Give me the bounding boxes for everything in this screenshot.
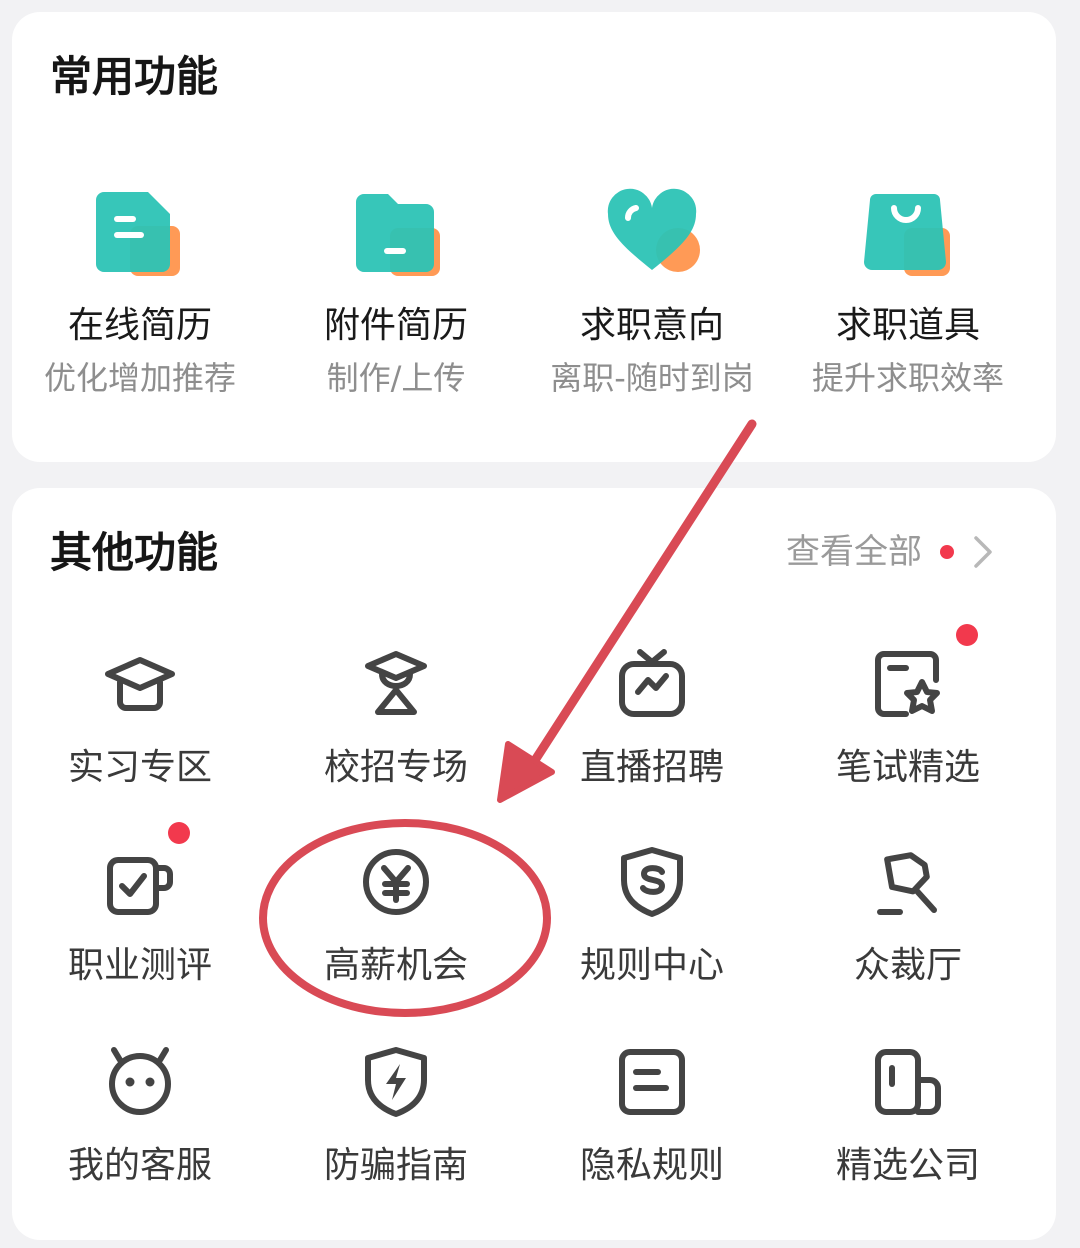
tv-live-icon (619, 649, 685, 717)
attachment-resume-sub: 制作/上传 (326, 359, 466, 397)
privacy-rules-label: 隐私规则 (579, 1145, 724, 1186)
common-functions-card: 常用功能 在线简历 优化增加推荐 附件简历 制作/上传 求职意向 离职-随时到岗… (12, 12, 1056, 462)
customer-service-item[interactable]: 我的客服 (12, 1044, 268, 1184)
document-icon (619, 1049, 685, 1115)
live-recruit-label: 直播招聘 (579, 747, 724, 788)
job-intention-label: 求职意向 (579, 305, 724, 346)
service-face-icon (109, 1047, 171, 1115)
job-tools-label: 求职道具 (835, 305, 980, 346)
rules-center-label: 规则中心 (579, 945, 724, 986)
view-all-label: 查看全部 (786, 532, 922, 572)
job-intention-sub: 离职-随时到岗 (550, 359, 754, 397)
student-hat-icon (365, 651, 427, 715)
yen-coin-icon (363, 849, 429, 915)
job-tools-item[interactable]: 求职道具 提升求职效率 (780, 184, 1036, 394)
job-intention-heart-icon (607, 188, 700, 272)
job-tools-bag-icon (864, 194, 950, 276)
shield-lightning-icon (365, 1047, 427, 1117)
rules-center-item[interactable]: 规则中心 (524, 844, 780, 984)
campus-recruit-label: 校招专场 (323, 747, 468, 788)
attachment-resume-item[interactable]: 附件简历 制作/上传 (268, 184, 524, 394)
jury-hall-label: 众裁厅 (853, 945, 962, 986)
anti-fraud-label: 防骗指南 (323, 1145, 468, 1186)
anti-fraud-item[interactable]: 防骗指南 (268, 1044, 524, 1184)
chevron-right-icon (974, 536, 992, 568)
live-recruit-item[interactable]: 直播招聘 (524, 646, 780, 786)
job-intention-item[interactable]: 求职意向 离职-随时到岗 (524, 184, 780, 394)
online-resume-sub: 优化增加推荐 (43, 359, 236, 397)
career-assessment-badge (168, 822, 190, 844)
campus-recruit-item[interactable]: 校招专场 (268, 646, 524, 786)
written-test-label: 笔试精选 (835, 747, 980, 788)
high-salary-item[interactable]: 高薪机会 (268, 844, 524, 984)
star-card-icon (875, 651, 940, 717)
check-paper-icon (107, 857, 173, 915)
other-functions-title: 其他功能 (50, 528, 219, 577)
online-resume-label: 在线简历 (67, 305, 212, 346)
view-all-badge (940, 545, 954, 559)
career-assessment-label: 职业测评 (67, 945, 212, 986)
featured-company-item[interactable]: 精选公司 (780, 1044, 1036, 1184)
career-assessment-item[interactable]: 职业测评 (12, 822, 268, 986)
customer-service-label: 我的客服 (67, 1145, 212, 1186)
online-resume-icon (96, 192, 180, 276)
jury-hall-item[interactable]: 众裁厅 (780, 844, 1036, 984)
other-functions-card: 其他功能 查看全部 实习专区 校招专场 直播招聘 笔试精选 职业测评 高薪机会 … (12, 488, 1056, 1240)
written-test-item[interactable]: 笔试精选 (780, 624, 1036, 788)
online-resume-item[interactable]: 在线简历 优化增加推荐 (12, 184, 268, 394)
internship-zone-label: 实习专区 (67, 747, 212, 788)
view-all-link[interactable]: 查看全部 (786, 534, 994, 570)
building-icon (875, 1049, 941, 1115)
privacy-rules-item[interactable]: 隐私规则 (524, 1044, 780, 1184)
attachment-resume-label: 附件简历 (323, 305, 468, 346)
high-salary-label: 高薪机会 (323, 945, 468, 986)
written-test-badge (956, 624, 978, 646)
internship-zone-item[interactable]: 实习专区 (12, 646, 268, 786)
graduation-cap-icon (105, 657, 175, 711)
common-functions-row: 在线简历 优化增加推荐 附件简历 制作/上传 求职意向 离职-随时到岗 求职道具… (12, 184, 1056, 394)
featured-company-label: 精选公司 (835, 1145, 980, 1186)
shield-s-icon (621, 847, 683, 917)
attachment-resume-icon (356, 194, 440, 276)
other-functions-row-2: 职业测评 高薪机会 规则中心 众裁厅 (12, 822, 1056, 986)
job-tools-sub: 提升求职效率 (811, 359, 1004, 397)
gavel-icon (877, 852, 937, 915)
common-functions-title: 常用功能 (50, 52, 219, 101)
other-functions-row-1: 实习专区 校招专场 直播招聘 笔试精选 (12, 624, 1056, 788)
other-functions-row-3: 我的客服 防骗指南 隐私规则 精选公司 (12, 1044, 1056, 1184)
